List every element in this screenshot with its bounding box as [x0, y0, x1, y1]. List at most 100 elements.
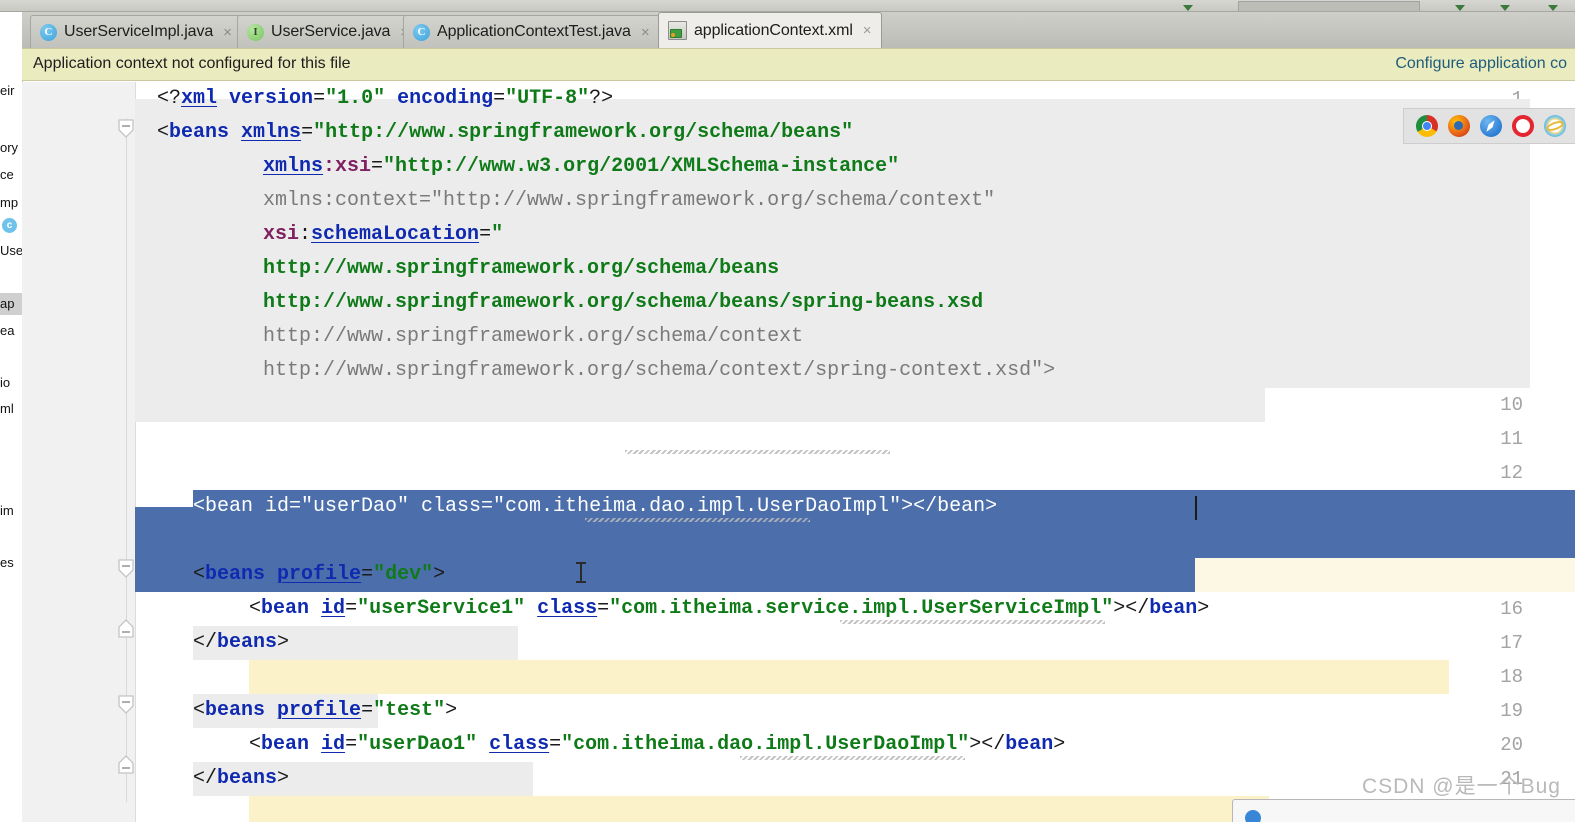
project-tree-item-selected[interactable]: ap: [0, 293, 22, 315]
code-line[interactable]: http://www.springframework.org/schema/be…: [135, 252, 1575, 286]
project-tree-item-label: ml: [0, 401, 14, 416]
code-line[interactable]: <bean id="userDao1" class="com.itheima.d…: [135, 728, 1575, 762]
inspection-squiggle: [840, 620, 1105, 624]
code-line-text: <beans xmlns="http://www.springframework…: [157, 116, 853, 150]
toolbar-arrow-icon[interactable]: [1455, 5, 1465, 11]
project-tree-item[interactable]: es: [0, 552, 22, 574]
java-interface-icon: I: [247, 24, 264, 41]
idea-editor-window: eir ory ce mp c Use ap ea io ml im: [0, 0, 1575, 822]
close-icon[interactable]: ×: [223, 24, 232, 41]
editor-tab-label: UserServiceImpl.java: [64, 23, 213, 41]
close-icon[interactable]: ×: [863, 22, 872, 39]
code-line-text: xmlns:xsi="http://www.w3.org/2001/XMLSch…: [263, 150, 899, 184]
code-line-text: <?xml version="1.0" encoding="UTF-8"?>: [157, 82, 613, 116]
editor-tab-label: applicationContext.xml: [694, 22, 853, 40]
code-line-text: xsi:schemaLocation=": [263, 218, 503, 252]
code-line[interactable]: </beans>: [135, 762, 1575, 796]
code-line[interactable]: <beans xmlns="http://www.springframework…: [135, 116, 1575, 150]
opera-icon[interactable]: [1512, 115, 1534, 137]
configure-application-context-link[interactable]: Configure application co: [1395, 55, 1567, 73]
project-tree-item[interactable]: im: [0, 500, 22, 522]
code-line[interactable]: xsi:schemaLocation=": [135, 218, 1575, 252]
text-caret: [1195, 496, 1197, 520]
code-line-text: <beans profile="dev">: [193, 558, 445, 592]
project-tree-item-class[interactable]: c: [0, 218, 22, 240]
project-tree-item[interactable]: eir: [0, 80, 22, 102]
java-class-icon: C: [40, 24, 57, 41]
code-line[interactable]: xmlns:context="http://www.springframewor…: [135, 184, 1575, 218]
code-line[interactable]: [135, 388, 1575, 422]
editor-tab-userservice[interactable]: I UserService.java ×: [237, 15, 419, 48]
code-line-selected[interactable]: [135, 456, 1575, 490]
code-line[interactable]: [135, 660, 1575, 694]
code-line[interactable]: </beans>: [135, 626, 1575, 660]
code-line-text: xmlns:context="http://www.springframewor…: [263, 184, 995, 218]
project-tree-item-label: mp: [0, 195, 18, 210]
chrome-icon[interactable]: [1416, 115, 1438, 137]
code-editor[interactable]: 12345678910111213141516171819202122: [22, 82, 1575, 822]
toolbar-arrow-icon[interactable]: [1183, 5, 1193, 11]
notification-bar: Application context not configured for t…: [22, 48, 1575, 81]
bottom-popup-panel[interactable]: [1232, 799, 1575, 822]
code-line[interactable]: http://www.springframework.org/schema/co…: [135, 320, 1575, 354]
code-line[interactable]: <bean id="userService1" class="com.ithei…: [135, 592, 1575, 626]
inspection-squiggle: [585, 518, 810, 522]
spring-xml-icon: [668, 21, 687, 40]
editor-tab-label: ApplicationContextTest.java: [437, 23, 631, 41]
project-tree-item[interactable]: mp: [0, 192, 22, 214]
code-line[interactable]: [135, 524, 1575, 558]
firefox-icon[interactable]: [1448, 115, 1470, 137]
code-line-text: http://www.springframework.org/schema/be…: [263, 286, 983, 320]
open-in-browser-bar[interactable]: [1403, 108, 1575, 144]
toolbar-combo[interactable]: [1238, 1, 1420, 11]
project-tree-item[interactable]: io: [0, 372, 22, 394]
project-tree-strip[interactable]: eir ory ce mp c Use ap ea io ml im: [0, 12, 23, 822]
inspection-squiggle: [625, 450, 890, 454]
code-line-selected[interactable]: <bean id="userService" class="com.itheim…: [135, 422, 1575, 456]
java-class-icon: c: [2, 218, 17, 233]
code-line[interactable]: xmlns:xsi="http://www.w3.org/2001/XMLSch…: [135, 150, 1575, 184]
editor-tab-bar: C UserServiceImpl.java × I UserService.j…: [22, 12, 1575, 48]
internet-explorer-icon[interactable]: [1544, 115, 1566, 137]
fold-marker-open-line15: [119, 560, 133, 577]
code-line[interactable]: <beans profile="dev">: [135, 558, 1575, 592]
editor-tab-userserviceimpl[interactable]: C UserServiceImpl.java ×: [30, 15, 242, 48]
code-content[interactable]: <?xml version="1.0" encoding="UTF-8"?> <…: [135, 82, 1575, 822]
project-tree-item[interactable]: Use: [0, 240, 22, 262]
close-icon[interactable]: ×: [641, 24, 650, 41]
toolbar-arrow-icon[interactable]: [1548, 5, 1558, 11]
main-toolbar-sliver: [0, 0, 1575, 12]
inspection-squiggle: [740, 756, 965, 760]
project-tree-item[interactable]: ml: [0, 398, 22, 420]
code-line[interactable]: http://www.springframework.org/schema/be…: [135, 286, 1575, 320]
project-tree-item[interactable]: ory: [0, 137, 22, 159]
fold-marker-open-line19: [119, 696, 133, 713]
code-line-text: <beans profile="test">: [193, 694, 457, 728]
editor-tab-label: UserService.java: [271, 23, 390, 41]
code-line-text: </beans>: [193, 762, 289, 796]
code-line[interactable]: <beans profile="test">: [135, 694, 1575, 728]
toolbar-arrow-icon[interactable]: [1500, 5, 1510, 11]
safari-icon[interactable]: [1480, 115, 1502, 137]
project-tree-item-label: es: [0, 555, 14, 570]
code-line[interactable]: http://www.springframework.org/schema/co…: [135, 354, 1575, 388]
project-tree-item-label: ap: [0, 296, 14, 311]
editor-tab-applicationcontext-xml[interactable]: applicationContext.xml ×: [658, 12, 882, 48]
code-line-selected[interactable]: <bean id="userDao" class="com.itheima.da…: [135, 490, 1575, 524]
code-line-text: http://www.springframework.org/schema/be…: [263, 252, 779, 286]
fold-marker-close-line21: [119, 756, 133, 773]
project-tree-item[interactable]: ce: [0, 164, 22, 186]
project-tree-item-label: Use: [0, 243, 22, 258]
editor-tab-applicationcontexttest[interactable]: C ApplicationContextTest.java ×: [403, 15, 660, 48]
code-line[interactable]: <?xml version="1.0" encoding="UTF-8"?>: [135, 82, 1575, 116]
project-tree-item-label: im: [0, 503, 14, 518]
fold-marker-open-line2: [119, 120, 133, 137]
project-tree-item[interactable]: ea: [0, 320, 22, 342]
project-tree-item-label: ory: [0, 140, 18, 155]
project-tree-item-label: io: [0, 375, 10, 390]
java-test-class-icon: C: [413, 24, 430, 41]
code-line-text: http://www.springframework.org/schema/co…: [263, 320, 803, 354]
project-tree-item-label: ce: [0, 167, 14, 182]
project-tree-item-label: eir: [0, 83, 14, 98]
csdn-watermark: CSDN @是一个Bug: [1362, 770, 1561, 800]
